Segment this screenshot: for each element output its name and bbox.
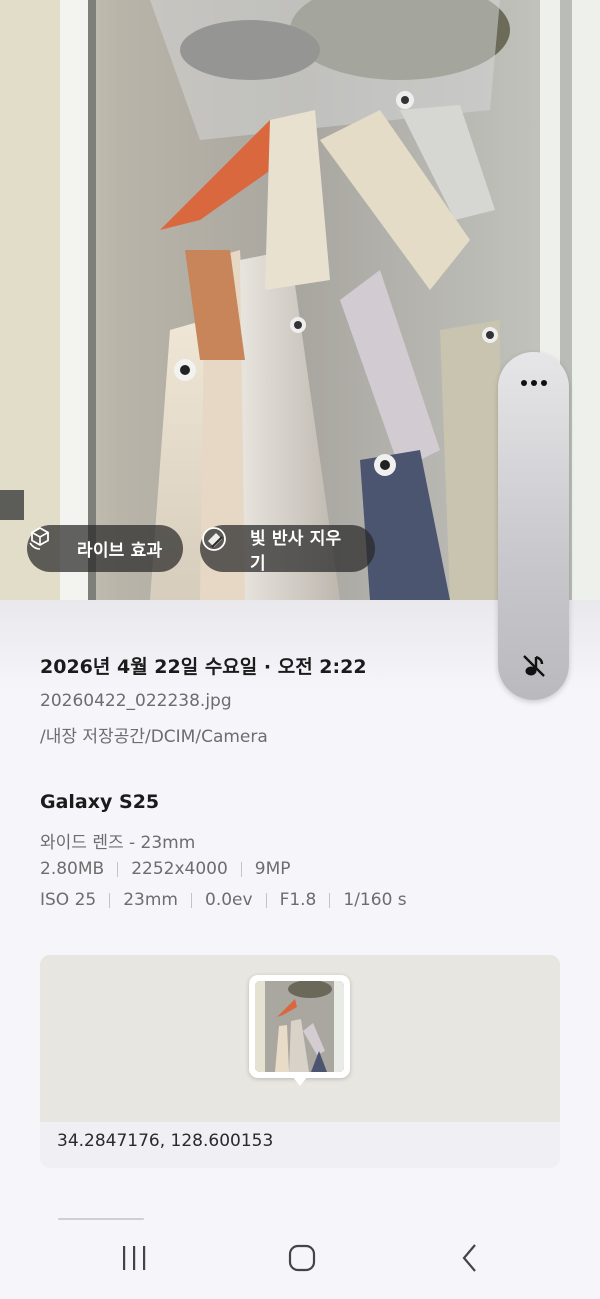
divider: [329, 892, 331, 908]
resolution: 2252x4000: [131, 859, 228, 879]
recent-apps-button[interactable]: [104, 1236, 164, 1280]
mute-button[interactable]: [498, 646, 569, 686]
more-options-button[interactable]: [498, 366, 569, 400]
file-specs: 2.80MB 2252x4000 9MP: [40, 859, 291, 879]
live-effect-label: 라이브 효과: [77, 541, 163, 561]
file-name: 20260422_022238.jpg: [40, 691, 232, 711]
mute-icon: [522, 655, 545, 677]
exposure-value: 0.0ev: [205, 890, 253, 910]
focal-length: 23mm: [123, 890, 178, 910]
divider: [191, 892, 192, 908]
home-button[interactable]: [272, 1236, 332, 1280]
remove-reflection-button[interactable]: 빛 반사 지우기: [200, 525, 375, 574]
file-path: /내장 저장공간/DCIM/Camera: [40, 727, 268, 747]
back-button[interactable]: [440, 1236, 500, 1280]
home-icon: [288, 1244, 316, 1272]
divider: [240, 861, 242, 877]
remove-reflection-label: 빛 반사 지우기: [249, 528, 342, 574]
location-coordinates: 34.2847176, 128.600153: [57, 1131, 274, 1151]
live-effect-button[interactable]: 라이브 효과: [27, 525, 183, 572]
remove-reflection-icon: [202, 527, 242, 563]
map-photo-pin[interactable]: [249, 975, 350, 1086]
photo-thumbnail: [255, 981, 344, 1072]
divider: [109, 892, 111, 908]
megapixels: 9MP: [254, 859, 291, 879]
photo-date: 2026년 4월 22일 수요일 · 오전 2:22: [40, 656, 367, 678]
shutter-speed: 1/160 s: [343, 890, 407, 910]
live-effect-icon: [29, 526, 69, 563]
location-map-card[interactable]: 34.2847176, 128.600153: [40, 955, 560, 1168]
divider: [265, 892, 267, 908]
back-icon: [462, 1244, 476, 1272]
location-map[interactable]: [40, 955, 560, 1122]
side-control-panel: [498, 352, 569, 700]
scroll-indicator: [58, 1218, 144, 1220]
details-panel: 2026년 4월 22일 수요일 · 오전 2:22 20260422_0222…: [0, 600, 600, 1230]
iso: ISO 25: [40, 890, 97, 910]
pin-tail: [293, 1077, 307, 1086]
file-size: 2.80MB: [40, 859, 105, 879]
divider: [117, 861, 119, 877]
camera-specs: ISO 25 23mm 0.0ev F1.8 1/160 s: [40, 890, 407, 910]
system-navigation-bar: [0, 1222, 600, 1299]
recent-apps-icon: [123, 1246, 146, 1270]
aperture: F1.8: [279, 890, 317, 910]
lens-info: 와이드 렌즈 - 23mm: [40, 833, 196, 853]
more-horizontal-icon: [520, 380, 547, 386]
device-name: Galaxy S25: [40, 791, 160, 813]
